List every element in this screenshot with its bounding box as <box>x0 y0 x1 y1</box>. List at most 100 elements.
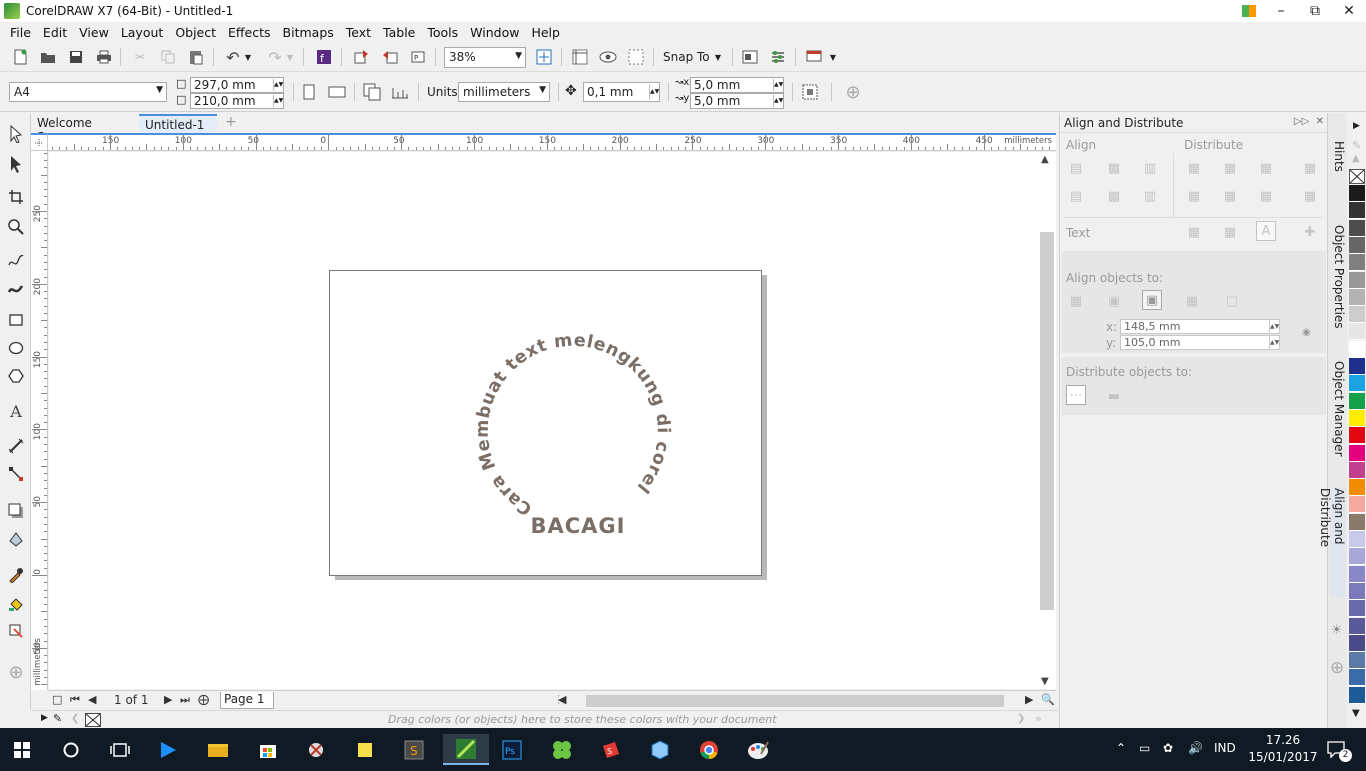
logo-text[interactable]: BACAGI <box>531 514 626 538</box>
color-swatch[interactable] <box>1349 254 1365 272</box>
add-tool-icon[interactable]: ⊕ <box>5 661 27 683</box>
color-swatch[interactable] <box>1349 358 1365 375</box>
previous-page-icon[interactable]: ◀ <box>88 693 96 706</box>
page-center-icon[interactable]: ▣ <box>1142 290 1162 310</box>
color-swatch[interactable] <box>1349 271 1365 289</box>
ellipse-tool-icon[interactable] <box>5 337 27 359</box>
duplicate-distance-x-field[interactable]: 5,0 mm ▲▼ <box>690 77 784 93</box>
vertical-scroll-thumb[interactable] <box>1040 232 1054 610</box>
current-page-icon[interactable] <box>389 82 411 102</box>
crop-tool-icon[interactable] <box>5 186 27 208</box>
page-width-field[interactable]: 297,0 mm ▲▼ <box>190 77 284 93</box>
color-swatch[interactable] <box>1349 548 1365 566</box>
vertical-scrollbar[interactable]: ▲ ▼ <box>1037 152 1056 689</box>
landscape-icon[interactable] <box>326 82 348 102</box>
align-bottom-icon[interactable]: ▥ <box>1140 186 1160 206</box>
redo-icon[interactable]: ↷ <box>264 47 286 67</box>
task-view-icon[interactable] <box>102 734 138 765</box>
sticky-notes-icon[interactable] <box>347 734 383 765</box>
vertical-ruler[interactable]: millimeters 25020015010050050 <box>31 151 48 690</box>
distribute-top-icon[interactable]: ▦ <box>1184 186 1204 206</box>
specified-point-icon[interactable]: □ <box>1222 291 1242 311</box>
action-center-icon[interactable]: 2 <box>1322 734 1352 765</box>
nudge-distance-field[interactable]: 0,1 mm ▲▼ <box>583 82 660 102</box>
transparency-tool-icon[interactable] <box>5 528 27 550</box>
color-swatch[interactable] <box>1349 513 1365 531</box>
distribute-left-icon[interactable]: ▦ <box>1184 158 1204 178</box>
docker-controls[interactable]: ▷▷ ✕ <box>1294 116 1324 127</box>
zoom-options-icon[interactable] <box>533 47 555 67</box>
menu-layout[interactable]: Layout <box>121 25 164 40</box>
scroll-down-icon[interactable]: ▼ <box>1041 676 1049 687</box>
freehand-tool-icon[interactable] <box>5 250 27 272</box>
distribute-middle-icon[interactable]: ▦ <box>1220 186 1240 206</box>
sublime-text-icon[interactable]: S <box>396 734 432 765</box>
print-icon[interactable] <box>93 47 115 67</box>
color-swatch[interactable] <box>1349 496 1365 514</box>
text-first-baseline-icon[interactable]: ▦ <box>1184 222 1204 242</box>
menu-bitmaps[interactable]: Bitmaps <box>283 25 334 40</box>
horizontal-scroll-thumb[interactable] <box>586 695 1004 707</box>
color-swatch[interactable] <box>1349 306 1365 324</box>
spinner-icon[interactable]: ▲▼ <box>273 95 283 107</box>
active-objects-icon[interactable]: ▦ <box>1066 291 1086 311</box>
color-swatch[interactable] <box>1349 479 1365 497</box>
color-swatch[interactable] <box>1349 444 1365 462</box>
color-swatch[interactable] <box>1349 323 1365 341</box>
paste-icon[interactable] <box>185 47 207 67</box>
text-bounding-box-icon[interactable]: A <box>1256 221 1276 241</box>
clover-icon[interactable] <box>544 734 580 765</box>
undo-dropdown-icon[interactable]: ▼ <box>242 47 254 67</box>
publish-pdf-icon[interactable]: P <box>407 47 429 67</box>
page-edge-icon[interactable]: ▣ <box>1104 291 1124 311</box>
palette-scroll-top-icon[interactable]: ▲ <box>1352 153 1360 164</box>
color-swatch[interactable] <box>1349 461 1365 479</box>
ruler-origin[interactable] <box>31 133 48 151</box>
color-swatch[interactable] <box>1349 669 1365 687</box>
tab-hints[interactable]: Hints <box>1330 141 1346 172</box>
maximize-button[interactable]: ⧉ <box>1298 0 1332 22</box>
snap-to-button[interactable]: Snap To <box>663 50 710 64</box>
rectangle-tool-icon[interactable] <box>5 309 27 331</box>
last-page-icon[interactable]: ⏭ <box>180 693 190 707</box>
interactive-fill-tool-icon[interactable] <box>5 593 27 615</box>
system-clock[interactable]: 17.26 15/01/2017 <box>1248 732 1318 766</box>
tab-align-and-distribute[interactable]: Align and Distribute <box>1318 488 1346 598</box>
show-rulers-icon[interactable] <box>569 47 591 67</box>
view-icon[interactable] <box>597 47 619 67</box>
color-swatch[interactable] <box>1349 565 1365 583</box>
menu-table[interactable]: Table <box>383 25 415 40</box>
import-icon[interactable] <box>351 47 373 67</box>
quick-customize-icon[interactable]: ⊕ <box>842 82 864 103</box>
options-icon[interactable] <box>767 47 789 67</box>
drop-shadow-tool-icon[interactable] <box>5 500 27 522</box>
parallel-dimension-tool-icon[interactable] <box>5 435 27 457</box>
tab-object-manager[interactable]: Object Manager <box>1330 361 1346 457</box>
save-icon[interactable] <box>65 47 87 67</box>
portrait-icon[interactable] <box>298 82 320 102</box>
pick-tool-icon[interactable] <box>5 123 27 145</box>
y-position-field[interactable]: 105,0 mm ▲▼ <box>1120 335 1280 350</box>
color-eyedropper-tool-icon[interactable] <box>5 564 27 586</box>
file-explorer-icon[interactable] <box>200 734 236 765</box>
color-swatch[interactable] <box>1349 375 1365 393</box>
first-page-icon[interactable]: ⏮ <box>70 693 80 707</box>
launcher-dropdown-icon[interactable]: ▼ <box>826 47 840 67</box>
menu-help[interactable]: Help <box>531 25 560 40</box>
copy-icon[interactable] <box>157 47 179 67</box>
color-swatch[interactable] <box>1349 185 1365 202</box>
eyedropper-icon[interactable]: ✎ <box>53 712 62 725</box>
distribute-bottom-icon[interactable]: ▦ <box>1256 186 1276 206</box>
coreldraw-taskbar-icon[interactable] <box>443 734 489 765</box>
menu-text[interactable]: Text <box>346 25 371 40</box>
units-combo[interactable]: millimeters ▼ <box>458 82 550 102</box>
treat-as-filled-icon[interactable] <box>799 82 821 102</box>
page-tab[interactable]: Page 1 <box>220 692 274 709</box>
cut-icon[interactable]: ✂ <box>129 47 151 67</box>
spinner-icon[interactable]: ▲▼ <box>1269 320 1279 333</box>
language-indicator[interactable]: IND <box>1214 741 1236 755</box>
volume-icon[interactable]: 🔊 <box>1188 741 1203 755</box>
document-page[interactable]: Cara Membuat text melengkung di corel dr… <box>322 256 762 576</box>
grid-icon[interactable]: ▦ <box>1182 291 1202 311</box>
minimize-button[interactable]: – <box>1264 0 1298 22</box>
